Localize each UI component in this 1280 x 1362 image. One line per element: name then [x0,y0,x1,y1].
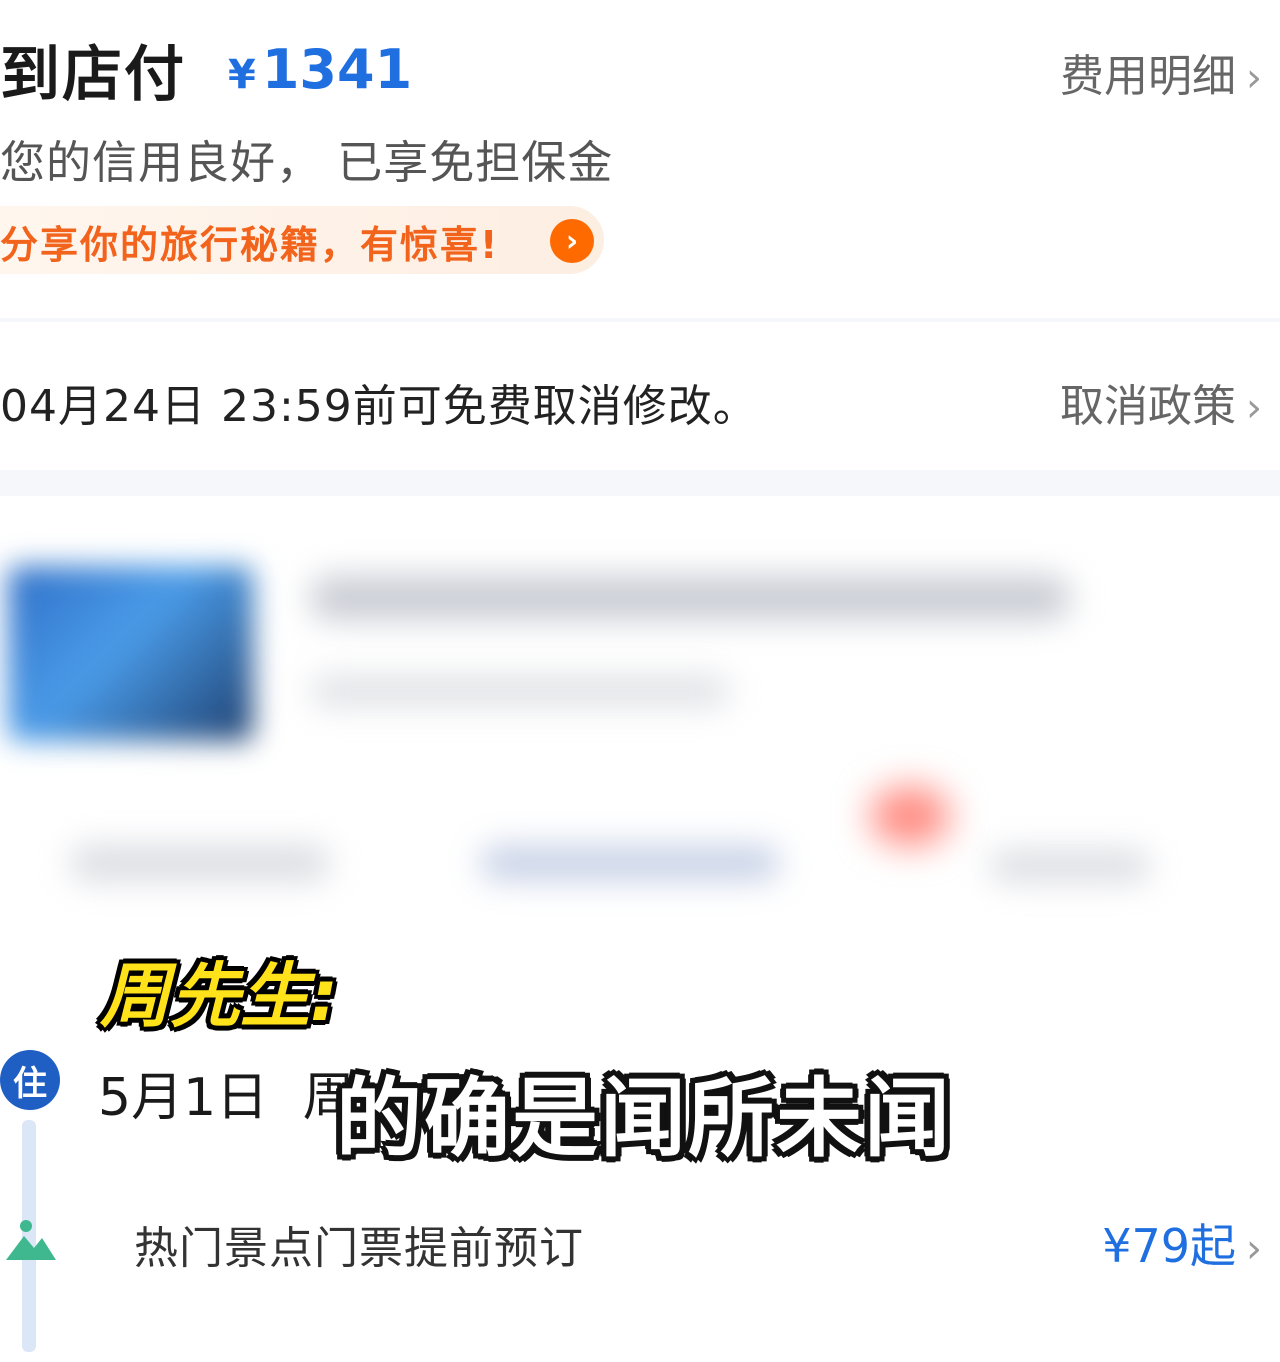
hotel-badge-blurred [870,786,950,846]
fee-detail-link[interactable]: 费用明细 › [1060,40,1262,104]
mountain-icon [6,1220,56,1260]
cancel-policy-link[interactable]: 取消政策 › [1060,370,1262,434]
credit-status-text: 您的信用良好， 已享免担保金 [0,136,614,189]
attraction-tickets-text[interactable]: 热门景点门票提前预订 [134,1212,584,1276]
free-cancel-text: 04月24日 23:59前可免费取消修改。 [0,381,758,432]
chevron-right-icon: › [1246,55,1262,101]
hotel-action-blurred [70,846,330,880]
checkin-date-value: 5月1日 [98,1068,269,1128]
payment-card: 到店付 ¥1341 费用明细 › 您的信用良好， 已享免担保金 分享你的旅行秘籍，… [0,0,1280,318]
promo-text: 分享你的旅行秘籍，有惊喜! [0,223,500,267]
arrow-circle-icon[interactable]: › [550,219,594,263]
caption-speaker: 周先生: [100,955,338,1037]
amount-value: 1341 [261,38,413,101]
ticket-price-value: ¥79起 [1102,1219,1236,1273]
hotel-name-blurred [310,576,1070,620]
cancel-policy-label: 取消政策 [1060,381,1236,432]
hotel-image [8,566,253,741]
caption-subtitle: 的确是闻所未闻 [336,1069,952,1169]
hotel-subinfo-blurred [310,676,730,706]
hotel-action-blurred [480,846,780,880]
attraction-ticket-price[interactable]: ¥79起 › [1102,1210,1262,1276]
fee-detail-label: 费用明细 [1060,51,1236,102]
chevron-right-icon: › [1246,385,1262,431]
stay-badge: 住 [0,1050,60,1110]
checkin-date: 5月1日 周 [98,1055,355,1130]
currency-symbol: ¥ [228,52,256,98]
payment-method-label: 到店付 [0,40,186,110]
payment-amount: ¥1341 [228,38,412,101]
chevron-right-icon: › [1246,1226,1262,1272]
cancellation-card: 04月24日 23:59前可免费取消修改。 取消政策 › [0,322,1280,470]
hotel-action-blurred [990,851,1150,881]
